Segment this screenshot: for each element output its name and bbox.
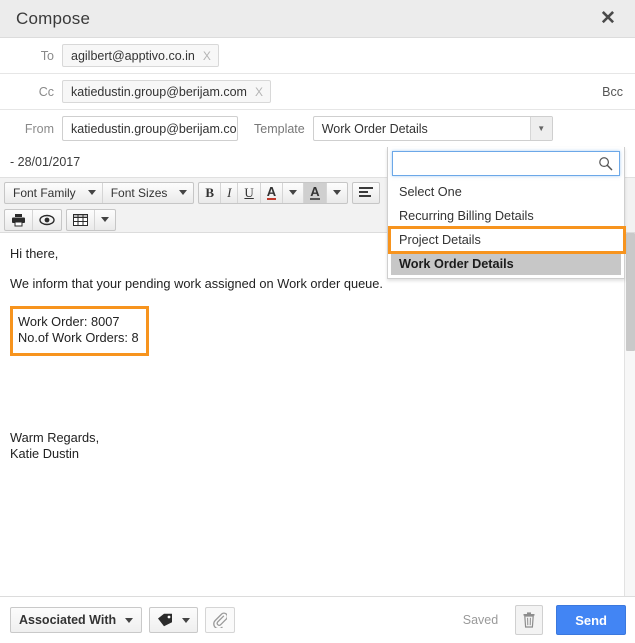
align-left-button[interactable] bbox=[353, 183, 379, 203]
template-search-wrapper bbox=[388, 147, 624, 178]
remove-to-recipient-icon[interactable]: X bbox=[203, 49, 211, 63]
editor-scrollbar[interactable] bbox=[624, 233, 635, 596]
chevron-down-icon bbox=[332, 190, 341, 195]
associated-with-button[interactable]: Associated With bbox=[10, 607, 143, 633]
font-color-icon: A bbox=[266, 183, 277, 200]
signature: Warm Regards, Katie Dustin bbox=[10, 430, 625, 462]
underline-button[interactable]: U bbox=[238, 182, 261, 203]
date-text: - 28/01/2017 bbox=[10, 155, 81, 169]
chevron-down-icon[interactable]: ▼ bbox=[529, 117, 552, 140]
font-family-select[interactable]: Font Family bbox=[5, 182, 103, 203]
chevron-down-icon bbox=[125, 617, 134, 623]
to-recipient-email: agilbert@apptivo.co.in bbox=[71, 48, 195, 63]
template-option-work-order-details[interactable]: Work Order Details bbox=[391, 253, 621, 275]
chevron-down-icon bbox=[289, 190, 298, 195]
print-icon bbox=[12, 213, 25, 226]
bold-icon: B bbox=[205, 184, 215, 200]
bold-button[interactable]: B bbox=[199, 182, 222, 203]
work-order-highlight-box: Work Order: 8007 No.of Work Orders: 8 bbox=[10, 306, 149, 356]
text-style-group: B I U A A bbox=[198, 181, 348, 204]
compose-window: Compose ✕ To agilbert@apptivo.co.in X Cc… bbox=[0, 0, 635, 643]
work-order-line-1: Work Order: 8007 bbox=[18, 314, 120, 329]
delete-draft-button[interactable] bbox=[515, 605, 544, 635]
from-label: From bbox=[24, 121, 54, 136]
associated-with-label: Associated With bbox=[19, 613, 117, 627]
to-recipient-chip[interactable]: agilbert@apptivo.co.in X bbox=[62, 44, 219, 67]
font-color-button[interactable]: A bbox=[261, 182, 284, 203]
font-group: Font Family Font Sizes bbox=[4, 181, 195, 204]
signature-line-1: Warm Regards, bbox=[10, 430, 100, 445]
align-left-icon bbox=[358, 186, 373, 197]
signature-line-2: Katie Dustin bbox=[10, 446, 79, 461]
template-search-input[interactable] bbox=[393, 152, 619, 175]
template-dropdown-panel[interactable]: Select One Recurring Billing Details Pro… bbox=[387, 147, 626, 279]
chevron-down-icon bbox=[182, 617, 191, 623]
underline-icon: U bbox=[244, 184, 254, 200]
close-icon[interactable]: ✕ bbox=[595, 6, 621, 32]
highlight-color-icon: A bbox=[310, 183, 320, 200]
template-option-list: Select One Recurring Billing Details Pro… bbox=[388, 178, 624, 278]
template-select-value: Work Order Details bbox=[321, 121, 428, 136]
compose-footer: Associated With Saved Send bbox=[0, 597, 635, 643]
chevron-down-icon bbox=[179, 190, 188, 195]
window-titlebar: Compose ✕ bbox=[0, 0, 635, 38]
message-body-editor[interactable]: Hi there, We inform that your pending wo… bbox=[0, 233, 635, 597]
work-order-line-2: No.of Work Orders: 8 bbox=[18, 330, 139, 345]
font-size-label: Font Sizes bbox=[110, 185, 168, 200]
template-option-select-one[interactable]: Select One bbox=[388, 180, 624, 204]
from-select[interactable]: katiedustin.group@berijam.com ▼ bbox=[62, 116, 238, 141]
highlight-color-button[interactable]: A bbox=[304, 182, 327, 203]
table-group bbox=[66, 208, 116, 231]
preview-eye-button[interactable] bbox=[33, 210, 61, 230]
from-template-row: From katiedustin.group@berijam.com ▼ Tem… bbox=[0, 110, 635, 147]
send-button[interactable]: Send bbox=[556, 605, 626, 635]
from-select-value: katiedustin.group@berijam.com bbox=[71, 121, 238, 136]
attach-button[interactable] bbox=[205, 607, 236, 633]
template-search-box[interactable] bbox=[392, 151, 620, 176]
tag-icon bbox=[158, 613, 173, 627]
template-option-project-details[interactable]: Project Details bbox=[388, 228, 624, 252]
font-color-dropdown[interactable] bbox=[283, 182, 305, 203]
print-button[interactable] bbox=[5, 209, 33, 230]
align-group bbox=[351, 181, 380, 204]
editor-scrollbar-thumb[interactable] bbox=[626, 233, 635, 351]
cc-label: Cc bbox=[38, 84, 54, 99]
bcc-link[interactable]: Bcc bbox=[602, 85, 623, 99]
paperclip-icon bbox=[213, 612, 228, 628]
remove-cc-recipient-icon[interactable]: X bbox=[255, 85, 263, 99]
table-dropdown[interactable] bbox=[95, 210, 115, 230]
to-label: To bbox=[40, 48, 54, 63]
cc-row: Cc katiedustin.group@berijam.com X Bcc bbox=[0, 74, 635, 110]
trash-icon bbox=[523, 612, 535, 628]
table-button[interactable] bbox=[67, 209, 95, 230]
eye-icon bbox=[39, 214, 55, 225]
table-icon bbox=[73, 213, 88, 226]
tag-button[interactable] bbox=[149, 607, 199, 633]
font-size-select[interactable]: Font Sizes bbox=[103, 183, 194, 203]
chevron-down-icon bbox=[87, 190, 96, 195]
font-family-label: Font Family bbox=[13, 185, 76, 200]
italic-icon: I bbox=[227, 184, 232, 200]
cc-recipient-chip[interactable]: katiedustin.group@berijam.com X bbox=[62, 80, 271, 103]
save-status: Saved bbox=[462, 613, 499, 627]
italic-button[interactable]: I bbox=[221, 182, 239, 203]
highlight-color-dropdown[interactable] bbox=[327, 183, 347, 203]
template-label: Template bbox=[254, 121, 305, 136]
output-group bbox=[4, 208, 62, 231]
chevron-down-icon bbox=[101, 217, 109, 222]
template-option-recurring-billing-details[interactable]: Recurring Billing Details bbox=[388, 204, 624, 228]
cc-recipient-email: katiedustin.group@berijam.com bbox=[71, 84, 247, 99]
page-title: Compose bbox=[16, 8, 91, 28]
to-row: To agilbert@apptivo.co.in X bbox=[0, 38, 635, 74]
template-select[interactable]: Work Order Details ▼ bbox=[312, 116, 553, 141]
